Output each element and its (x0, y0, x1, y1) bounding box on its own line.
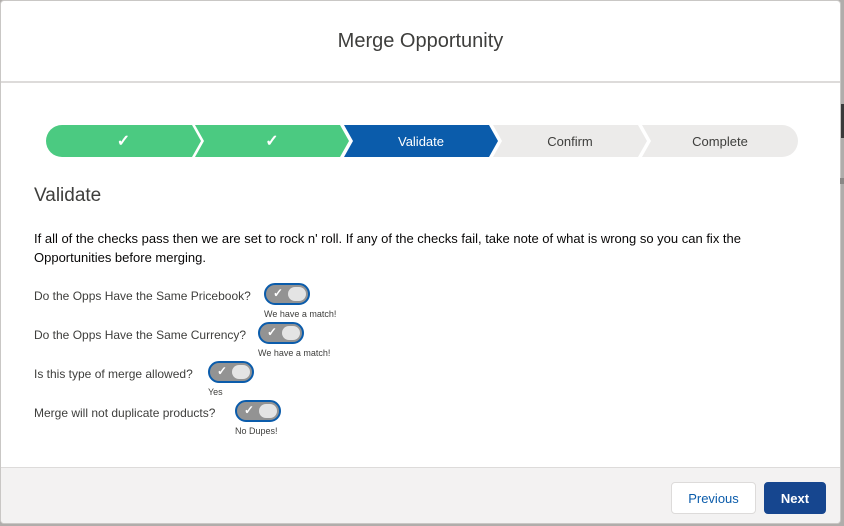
previous-button[interactable]: Previous (671, 482, 756, 514)
path-step-2[interactable]: ✓ (195, 125, 349, 157)
merge-allowed-toggle[interactable]: ✓ (208, 361, 254, 383)
duplicate-products-toggle[interactable]: ✓ (235, 400, 281, 422)
path-step-complete[interactable]: Complete (642, 125, 798, 157)
progress-path: ✓ ✓ Validate Confirm Complete (46, 125, 798, 157)
check-label: Do the Opps Have the Same Currency? (34, 328, 247, 342)
path-step-confirm[interactable]: Confirm (493, 125, 647, 157)
intro-text: If all of the checks pass then we are se… (34, 231, 742, 265)
check-status: No Dupes! (235, 426, 278, 436)
currency-toggle[interactable]: ✓ (258, 322, 304, 344)
check-icon: ✓ (217, 364, 228, 378)
path-step-validate[interactable]: Validate (344, 125, 498, 157)
check-icon: ✓ (244, 403, 255, 417)
path-step-label: Validate (397, 133, 444, 149)
modal-header: Merge Opportunity (1, 1, 840, 83)
check-status: We have a match! (264, 309, 337, 319)
modal-footer: Previous Next (1, 467, 840, 523)
toggle-knob (232, 365, 250, 379)
toggle-knob (288, 287, 306, 301)
check-status: We have a match! (258, 348, 331, 358)
backdrop-strip (840, 178, 844, 184)
check-label: Merge will not duplicate products? (34, 406, 216, 420)
merge-modal: Merge Opportunity ✓ ✓ Validate Confirm C… (0, 0, 841, 524)
check-icon: ✓ (116, 133, 131, 150)
next-button[interactable]: Next (764, 482, 826, 514)
path-step-label: Complete (692, 133, 748, 149)
toggle-knob (259, 404, 277, 418)
check-status: Yes (208, 387, 223, 397)
toggle-knob (282, 326, 300, 340)
pricebook-toggle[interactable]: ✓ (264, 283, 310, 305)
check-label: Do the Opps Have the Same Pricebook? (34, 289, 251, 303)
section-title: Validate (34, 185, 102, 206)
check-label: Is this type of merge allowed? (34, 367, 193, 381)
path-step-1[interactable]: ✓ (46, 125, 201, 157)
check-icon: ✓ (265, 133, 279, 150)
check-icon: ✓ (267, 325, 278, 339)
path-step-label: Confirm (547, 133, 593, 149)
modal-title: Merge Opportunity (337, 29, 504, 52)
check-icon: ✓ (273, 286, 284, 300)
